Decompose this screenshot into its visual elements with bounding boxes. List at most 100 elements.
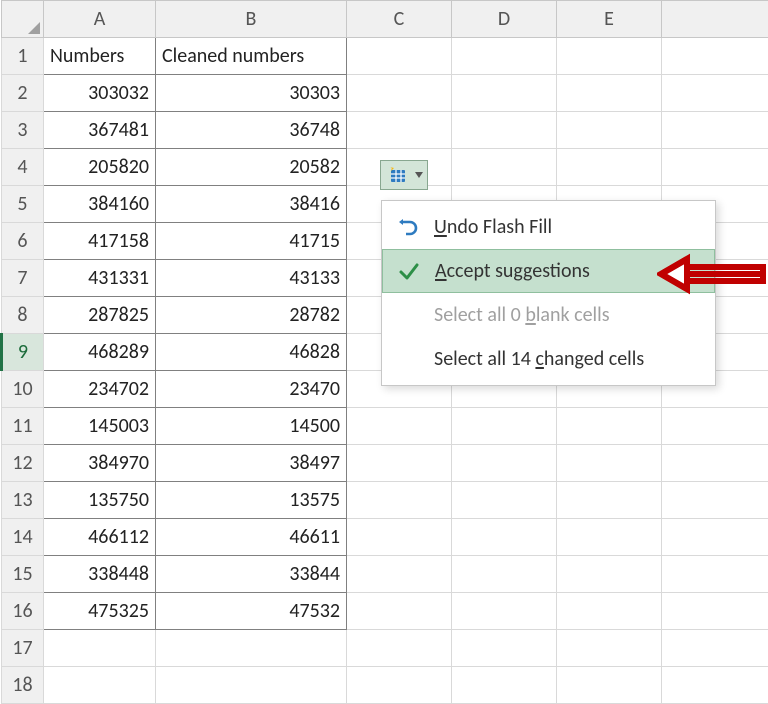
cell[interactable]: 46611 — [156, 519, 347, 556]
row-header[interactable]: 18 — [2, 667, 44, 704]
cell[interactable] — [452, 408, 557, 445]
cell[interactable] — [347, 408, 452, 445]
cell[interactable]: Cleaned numbers — [156, 38, 347, 75]
flash-fill-smart-tag[interactable] — [380, 160, 428, 190]
cell[interactable]: 23470 — [156, 371, 347, 408]
cell[interactable] — [156, 630, 347, 667]
cell[interactable]: 20582 — [156, 149, 347, 186]
cell[interactable] — [452, 482, 557, 519]
cell[interactable]: 303032 — [44, 75, 156, 112]
cell[interactable]: 38497 — [156, 445, 347, 482]
cell[interactable]: 38416 — [156, 186, 347, 223]
row-header[interactable]: 12 — [2, 445, 44, 482]
row-header[interactable]: 9 — [2, 334, 44, 371]
cell[interactable] — [557, 482, 662, 519]
cell[interactable]: 466112 — [44, 519, 156, 556]
cell[interactable] — [347, 482, 452, 519]
cell[interactable] — [452, 38, 557, 75]
row-header[interactable]: 1 — [2, 38, 44, 75]
cell[interactable]: 234702 — [44, 371, 156, 408]
row-header[interactable]: 13 — [2, 482, 44, 519]
menu-select-changed-cells[interactable]: Select all 14 changed cells — [382, 337, 715, 381]
cell[interactable] — [662, 556, 768, 593]
cell[interactable]: 36748 — [156, 112, 347, 149]
cell[interactable] — [347, 445, 452, 482]
cell[interactable] — [662, 38, 768, 75]
cell[interactable] — [347, 38, 452, 75]
cell[interactable]: 417158 — [44, 223, 156, 260]
select-all-corner[interactable] — [2, 1, 44, 38]
cell[interactable]: 43133 — [156, 260, 347, 297]
cell[interactable]: 205820 — [44, 149, 156, 186]
cell[interactable]: 384970 — [44, 445, 156, 482]
cell[interactable] — [347, 593, 452, 630]
cell[interactable]: 33844 — [156, 556, 347, 593]
cell[interactable] — [557, 593, 662, 630]
cell[interactable] — [156, 667, 347, 704]
cell[interactable]: 468289 — [44, 334, 156, 371]
cell[interactable] — [347, 556, 452, 593]
cell[interactable] — [557, 667, 662, 704]
cell[interactable] — [662, 519, 768, 556]
cell[interactable]: 41715 — [156, 223, 347, 260]
cell[interactable] — [347, 75, 452, 112]
row-header[interactable]: 16 — [2, 593, 44, 630]
cell[interactable]: 475325 — [44, 593, 156, 630]
cell[interactable] — [347, 112, 452, 149]
cell[interactable] — [662, 667, 768, 704]
cell[interactable]: 431331 — [44, 260, 156, 297]
cell[interactable] — [557, 112, 662, 149]
cell[interactable] — [662, 75, 768, 112]
cell[interactable] — [347, 519, 452, 556]
cell[interactable]: Numbers — [44, 38, 156, 75]
row-header[interactable]: 6 — [2, 223, 44, 260]
cell[interactable]: 30303 — [156, 75, 347, 112]
cell[interactable] — [44, 630, 156, 667]
row-header[interactable]: 5 — [2, 186, 44, 223]
row-header[interactable]: 7 — [2, 260, 44, 297]
cell[interactable]: 145003 — [44, 408, 156, 445]
cell[interactable] — [662, 445, 768, 482]
cell[interactable]: 46828 — [156, 334, 347, 371]
row-header[interactable]: 4 — [2, 149, 44, 186]
cell[interactable] — [452, 556, 557, 593]
cell[interactable] — [557, 38, 662, 75]
cell[interactable]: 14500 — [156, 408, 347, 445]
cell[interactable]: 47532 — [156, 593, 347, 630]
cell[interactable] — [662, 112, 768, 149]
cell[interactable] — [662, 149, 768, 186]
menu-undo-flash-fill[interactable]: Undo Flash Fill — [382, 205, 715, 249]
row-header[interactable]: 8 — [2, 297, 44, 334]
cell[interactable] — [662, 408, 768, 445]
cell[interactable] — [557, 630, 662, 667]
cell[interactable] — [452, 519, 557, 556]
col-header-D[interactable]: D — [452, 1, 557, 38]
row-header[interactable]: 3 — [2, 112, 44, 149]
col-header-E[interactable]: E — [557, 1, 662, 38]
cell[interactable] — [662, 482, 768, 519]
cell[interactable] — [557, 75, 662, 112]
cell[interactable]: 367481 — [44, 112, 156, 149]
col-header-F[interactable] — [662, 1, 768, 38]
cell[interactable] — [452, 112, 557, 149]
cell[interactable]: 287825 — [44, 297, 156, 334]
cell[interactable]: 338448 — [44, 556, 156, 593]
cell[interactable] — [557, 445, 662, 482]
row-header[interactable]: 10 — [2, 371, 44, 408]
cell[interactable] — [557, 149, 662, 186]
cell[interactable] — [557, 556, 662, 593]
cell[interactable]: 384160 — [44, 186, 156, 223]
cell[interactable] — [452, 630, 557, 667]
row-header[interactable]: 11 — [2, 408, 44, 445]
col-header-B[interactable]: B — [156, 1, 347, 38]
col-header-A[interactable]: A — [44, 1, 156, 38]
cell[interactable] — [452, 667, 557, 704]
row-header[interactable]: 17 — [2, 630, 44, 667]
cell[interactable] — [452, 149, 557, 186]
cell[interactable] — [452, 75, 557, 112]
col-header-C[interactable]: C — [347, 1, 452, 38]
row-header[interactable]: 15 — [2, 556, 44, 593]
cell[interactable] — [452, 593, 557, 630]
cell[interactable] — [557, 408, 662, 445]
cell[interactable]: 28782 — [156, 297, 347, 334]
